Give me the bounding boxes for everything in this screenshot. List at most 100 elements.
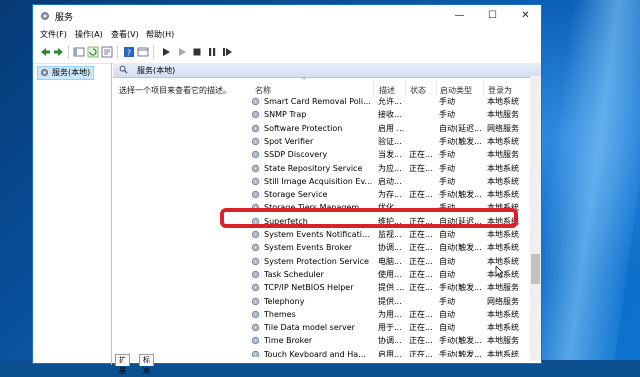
minimize-button[interactable]: — — [443, 5, 476, 27]
service-row[interactable]: Software Protection 启用 ... 自动(延迟... 网络服务 — [243, 122, 533, 135]
title-bar[interactable]: 服务 — ☐ ✕ — [33, 5, 541, 27]
service-description: 协调... — [378, 336, 402, 346]
service-row[interactable]: Storage Service 为存... 正在... 手动(触发... 本地系统 — [243, 188, 533, 201]
gear-icon — [251, 284, 260, 292]
service-startup-type: 自动 — [439, 309, 455, 319]
gear-icon — [251, 97, 260, 106]
service-name: Themes — [264, 309, 296, 319]
service-name: Spot Verifier — [264, 136, 314, 146]
service-description: 当发... — [378, 150, 402, 160]
vertical-scrollbar[interactable] — [530, 76, 541, 361]
tree-item-label: 服务(本地) — [52, 68, 91, 77]
play-icon[interactable] — [160, 46, 172, 58]
column-divider[interactable] — [405, 81, 406, 95]
service-name: Software Protection — [264, 123, 343, 133]
service-name: Storage Service — [264, 190, 328, 200]
service-row[interactable]: Still Image Acquisition Ev... 启动... 手动 本地系统 — [243, 175, 533, 188]
service-logon-as: 本地系统 — [487, 309, 519, 319]
service-status: 正在... — [409, 256, 433, 266]
service-startup-type: 手动(触发... — [439, 349, 482, 357]
service-name: Task Scheduler — [264, 269, 324, 279]
gear-icon — [251, 137, 260, 145]
menu-file[interactable]: 文件(F) — [40, 29, 67, 40]
column-divider[interactable] — [436, 81, 437, 95]
service-description: 电脑... — [378, 256, 402, 266]
menu-action[interactable]: 操作(A) — [75, 29, 103, 40]
service-status: 正在... — [409, 336, 433, 346]
description-text: 选择一个项目来查看它的描述。 — [119, 86, 231, 95]
service-description: 允许... — [378, 97, 402, 106]
pane-title: 服务(本地) — [137, 66, 176, 75]
service-startup-type: 手动 — [439, 163, 455, 173]
menu-view[interactable]: 查看(V) — [111, 29, 139, 40]
service-startup-type: 自动(触发... — [439, 243, 482, 253]
service-description: 用于... — [378, 323, 402, 333]
service-status: 正在... — [409, 283, 433, 293]
restart-icon[interactable] — [221, 46, 233, 58]
gear-icon — [251, 244, 260, 252]
service-row[interactable]: Tile Data model server 用于... 正在... 自动 本地系统 — [243, 321, 533, 334]
menu-help[interactable]: 帮助(H) — [146, 29, 174, 40]
stop-icon[interactable] — [191, 46, 203, 58]
service-status: 正在... — [409, 323, 433, 333]
gear-icon — [251, 164, 260, 172]
service-name: Touch Keyboard and Ha... — [264, 349, 366, 357]
service-description: 为应... — [378, 163, 402, 173]
service-name: TCP/IP NetBIOS Helper — [264, 283, 354, 293]
pause-icon[interactable] — [206, 46, 218, 58]
toolbar: ? — [33, 41, 541, 64]
close-button[interactable]: ✕ — [509, 5, 542, 27]
service-name: Still Image Acquisition Ev... — [264, 176, 372, 186]
service-logon-as: 本地服务 — [487, 150, 519, 160]
service-startup-type: 手动 — [439, 296, 455, 306]
service-row[interactable]: Time Broker 协调... 正在... 手动(触发... 本地服务 — [243, 334, 533, 347]
menu-bar: 文件(F) 操作(A) 查看(V) 帮助(H) — [33, 27, 541, 41]
service-description: 为用... — [378, 309, 402, 319]
service-row[interactable]: Smart Card Removal Poli... 允许... 手动 本地系统 — [243, 95, 533, 108]
service-name: System Events Notificati... — [264, 230, 370, 239]
service-row[interactable]: System Events Broker 协调... 正在... 自动(触发... 本地… — [243, 241, 533, 254]
gear-icon — [251, 257, 260, 265]
help-icon[interactable]: ? — [123, 46, 135, 58]
tab-extended[interactable]: 扩展 — [115, 354, 130, 375]
service-logon-as: 本地系统 — [487, 230, 519, 239]
scrollbar-thumb[interactable] — [531, 254, 540, 284]
toolbar-separator — [117, 45, 118, 59]
console-tree-icon[interactable] — [73, 46, 85, 58]
service-row[interactable]: Spot Verifier 验证... 手动(触发... 本地系统 — [243, 135, 533, 148]
service-row[interactable]: Telephony 提供... 手动 网络服务 — [243, 295, 533, 308]
play-disabled-icon[interactable] — [176, 46, 188, 58]
service-startup-type: 自动 — [439, 256, 455, 266]
service-row[interactable]: System Events Notificati... 监视... 正在... 自动 本… — [243, 228, 533, 241]
gear-icon — [251, 190, 260, 199]
service-status: 正在... — [409, 150, 433, 160]
service-row[interactable]: Themes 为用... 正在... 自动 本地系统 — [243, 308, 533, 321]
column-divider[interactable] — [373, 81, 374, 95]
services-window: 服务 — ☐ ✕ 文件(F) 操作(A) 查看(V) 帮助(H) ? 服务(本地… — [32, 4, 542, 375]
properties-icon[interactable] — [137, 46, 149, 58]
export-icon[interactable] — [101, 46, 113, 58]
window-title: 服务 — [55, 13, 74, 23]
service-name: State Repository Service — [264, 163, 363, 173]
refresh-icon[interactable] — [87, 46, 99, 58]
column-divider[interactable] — [483, 81, 484, 95]
service-row[interactable]: System Protection Service 电脑... 正在... 自动 本地系… — [243, 255, 533, 268]
service-row[interactable]: Task Scheduler 使用... 正在... 自动 本地系统 — [243, 268, 533, 281]
service-startup-type: 自动 — [439, 323, 455, 333]
maximize-button[interactable]: ☐ — [476, 5, 509, 27]
service-row[interactable]: State Repository Service 为应... 正在... 手动 本地系统 — [243, 162, 533, 175]
service-startup-type: 自动 — [439, 269, 455, 279]
service-startup-type: 自动(延迟... — [439, 123, 482, 133]
service-row[interactable]: Touch Keyboard and Ha... 启用... 正在... 手动(触发.… — [243, 348, 533, 357]
service-name: System Events Broker — [264, 243, 353, 253]
back-icon[interactable] — [39, 46, 51, 58]
service-row[interactable]: TCP/IP NetBIOS Helper 提供 ... 正在... 手动(触发...… — [243, 281, 533, 294]
service-row[interactable]: SSDP Discovery 当发... 正在... 手动 本地服务 — [243, 148, 533, 161]
service-status: 正在... — [409, 269, 433, 279]
service-row[interactable]: SNMP Trap 接收... 手动 本地服务 — [243, 108, 533, 121]
tree-item-services-local[interactable]: 服务(本地) — [37, 66, 95, 80]
forward-icon[interactable] — [53, 46, 65, 58]
service-startup-type: 手动 — [439, 176, 455, 186]
tab-standard[interactable]: 标准 — [139, 354, 154, 375]
service-logon-as: 本地服务 — [487, 283, 519, 293]
